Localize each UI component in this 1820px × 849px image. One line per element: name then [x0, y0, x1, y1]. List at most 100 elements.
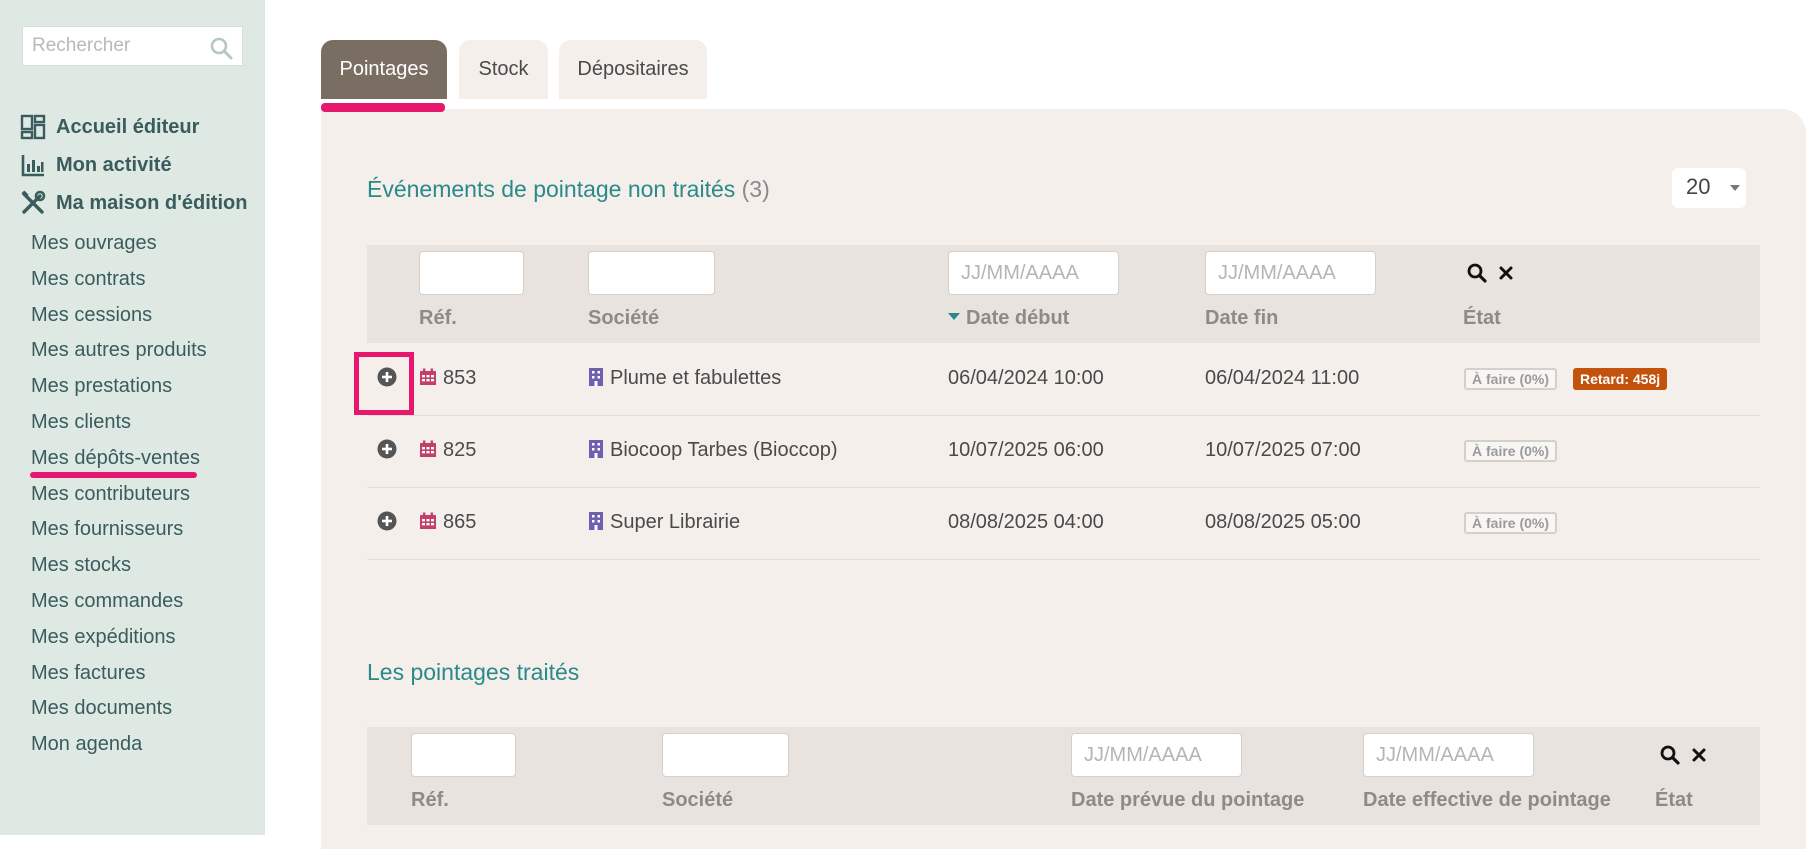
tools-icon [21, 190, 46, 214]
start-date-cell: 10/07/2025 06:00 [948, 439, 1104, 461]
sidebar-item-label: Mes dépôts-ventes [31, 446, 200, 469]
active-tab-underline [321, 103, 445, 112]
sidebar-item-ouvrages[interactable]: Mes ouvrages [31, 226, 207, 262]
nav-item-maison[interactable]: Ma maison d'édition [20, 184, 247, 222]
pending-count: (3) [741, 176, 770, 202]
end-date-cell: 10/07/2025 07:00 [1205, 439, 1361, 461]
close-icon[interactable] [1691, 747, 1707, 768]
sidebar-item-clients[interactable]: Mes clients [31, 405, 207, 441]
nav-label: Accueil éditeur [56, 115, 200, 138]
calendar-icon [420, 368, 436, 385]
table-row[interactable]: 865 Super Librairie 08/08/2025 04:00 08/… [367, 487, 1760, 560]
ref-cell: 853 [419, 367, 476, 390]
expand-plus-icon[interactable] [377, 511, 397, 536]
ref-value: 825 [443, 439, 477, 461]
close-icon[interactable] [1498, 265, 1514, 286]
sidebar: Accueil éditeur Mon activité Ma maison d… [0, 0, 265, 835]
col-head-end-date[interactable]: Date fin [1205, 307, 1278, 330]
bar-chart-icon [21, 155, 44, 177]
nav-label: Ma maison d'édition [56, 191, 248, 214]
ref-cell: 865 [419, 511, 476, 534]
ref-value: 865 [443, 511, 477, 533]
processed-section-title: Les pointages traités [367, 659, 580, 685]
page-size-select[interactable]: 20 [1672, 168, 1746, 208]
table-row[interactable]: 825 Biocoop Tarbes (Bioccop) 10/07/2025 … [367, 415, 1760, 488]
nav-item-accueil[interactable]: Accueil éditeur [20, 108, 247, 146]
filter-ref-input[interactable] [411, 733, 516, 777]
col-head-company[interactable]: Société [588, 307, 659, 330]
dashboard-icon [20, 114, 46, 140]
col-head-start-label: Date début [966, 307, 1070, 329]
sidebar-item-fournisseurs[interactable]: Mes fournisseurs [31, 512, 207, 548]
sidebar-item-contributeurs[interactable]: Mes contributeurs [31, 477, 207, 513]
company-cell[interactable]: Super Librairie [588, 511, 740, 534]
expand-plus-icon[interactable] [377, 439, 397, 464]
col-head-state[interactable]: État [1655, 789, 1693, 812]
pending-table-header: Réf. Société Date début Date fin État [367, 245, 1760, 343]
chevron-down-icon [1730, 185, 1740, 191]
company-cell[interactable]: Plume et fabulettes [588, 367, 781, 390]
end-date-cell: 06/04/2024 11:00 [1205, 367, 1360, 389]
calendar-icon [420, 440, 436, 457]
filter-company-input[interactable] [588, 251, 715, 295]
sidebar-item-commandes[interactable]: Mes commandes [31, 584, 207, 620]
company-cell[interactable]: Biocoop Tarbes (Bioccop) [588, 439, 838, 462]
company-name: Plume et fabulettes [610, 367, 782, 389]
search-icon[interactable] [1467, 263, 1487, 288]
filter-effective-date-input[interactable] [1363, 733, 1534, 777]
search-icon[interactable] [1660, 745, 1680, 770]
sidebar-item-contrats[interactable]: Mes contrats [31, 262, 207, 298]
search-box [22, 26, 243, 66]
search-input[interactable] [23, 27, 202, 65]
col-head-state[interactable]: État [1463, 307, 1501, 330]
ref-cell: 825 [419, 439, 476, 462]
start-date-cell: 06/04/2024 10:00 [948, 367, 1104, 389]
processed-table-header: Réf. Société Date prévue du pointage Dat… [367, 727, 1760, 825]
sidebar-item-stocks[interactable]: Mes stocks [31, 548, 207, 584]
col-head-ref[interactable]: Réf. [419, 307, 457, 330]
pending-section-title: Événements de pointage non traités (3) [367, 176, 770, 203]
state-badge: À faire (0%) [1464, 368, 1558, 390]
search-icon[interactable] [209, 36, 233, 65]
nav-item-activite[interactable]: Mon activité [20, 146, 247, 184]
sidebar-item-documents[interactable]: Mes documents [31, 691, 207, 727]
tab-stock[interactable]: Stock [459, 40, 548, 99]
sidebar-item-expeditions[interactable]: Mes expéditions [31, 620, 207, 656]
sub-nav: Mes ouvrages Mes contrats Mes cessions M… [30, 226, 207, 763]
nav-label: Mon activité [56, 153, 172, 176]
col-head-ref[interactable]: Réf. [411, 789, 449, 812]
col-head-planned-date[interactable]: Date prévue du pointage [1071, 789, 1304, 812]
sidebar-item-prestations[interactable]: Mes prestations [31, 369, 207, 405]
pending-title: Événements de pointage non traités [367, 176, 736, 202]
late-badge: Retard: 458j [1573, 368, 1668, 390]
col-head-start-date[interactable]: Date début [948, 307, 1069, 330]
state-badge: À faire (0%) [1464, 440, 1558, 462]
col-head-effective-date[interactable]: Date effective de pointage [1363, 789, 1611, 812]
sidebar-item-cessions[interactable]: Mes cessions [31, 298, 207, 334]
building-icon [589, 439, 603, 458]
company-name: Super Librairie [610, 511, 741, 533]
highlight-annotation [354, 352, 414, 415]
filter-ref-input[interactable] [419, 251, 524, 295]
main-nav: Accueil éditeur Mon activité Ma maison d… [20, 108, 247, 222]
filter-start-date-input[interactable] [948, 251, 1119, 295]
sort-desc-icon [948, 313, 960, 321]
filter-company-input[interactable] [662, 733, 789, 777]
sidebar-item-depots-ventes[interactable]: Mes dépôts-ventes [30, 441, 207, 478]
sidebar-item-factures[interactable]: Mes factures [31, 656, 207, 692]
building-icon [589, 367, 603, 386]
table-row[interactable]: 853 Plume et fabulettes 06/04/2024 10:00… [367, 343, 1760, 416]
page-size-value: 20 [1686, 174, 1711, 199]
col-head-company[interactable]: Société [662, 789, 733, 812]
state-badge: À faire (0%) [1464, 512, 1558, 534]
tab-depositaires[interactable]: Dépositaires [559, 40, 707, 99]
company-name: Biocoop Tarbes (Bioccop) [610, 439, 838, 461]
sidebar-item-agenda[interactable]: Mon agenda [31, 727, 207, 763]
tab-pointages[interactable]: Pointages [321, 40, 447, 99]
start-date-cell: 08/08/2025 04:00 [948, 511, 1104, 533]
building-icon [589, 511, 603, 530]
filter-end-date-input[interactable] [1205, 251, 1376, 295]
calendar-icon [420, 512, 436, 529]
sidebar-item-autres-produits[interactable]: Mes autres produits [31, 333, 207, 369]
filter-planned-date-input[interactable] [1071, 733, 1242, 777]
